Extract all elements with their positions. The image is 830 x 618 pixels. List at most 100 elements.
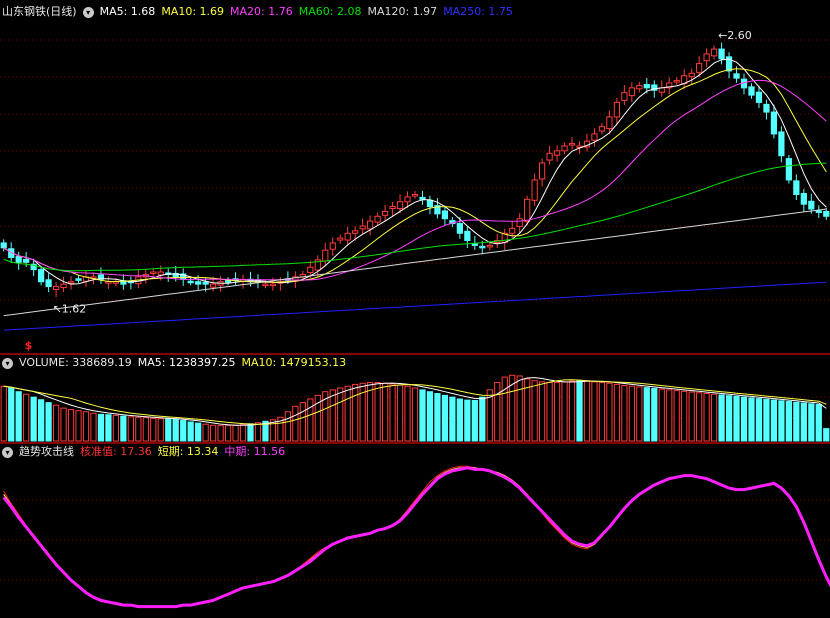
candle-body [696,63,703,73]
volume-bar [785,401,792,442]
volume-bar [651,387,658,442]
candle-body [209,283,217,288]
volume-bar [135,416,142,442]
volume-bar [441,394,449,442]
volume-bar [688,391,695,442]
volume-bar [187,421,194,442]
volume-bar [643,387,650,442]
candle-body [561,145,568,152]
candle-body [381,210,389,216]
candle-body [628,87,635,97]
candle-body [52,286,60,290]
candle-body [823,210,830,217]
volume-bar [180,420,187,442]
volume-bar [748,397,755,442]
candle-body [800,193,807,205]
volume-bar [38,399,45,442]
volume-bar [733,395,740,442]
volume-ma5-label: MA5: 1238397.25 [137,356,236,369]
volume-bar [561,381,568,442]
candle-body [195,281,202,285]
volume-bar [666,389,673,442]
volume-bar [82,411,90,442]
candle-body [509,227,516,234]
volume-bar [681,390,688,442]
candle-body [636,84,643,90]
indicator-title[interactable]: 趋势攻击线 [19,445,74,459]
candle-body [0,242,7,249]
ma10-line [3,68,827,283]
candle-body [531,179,538,201]
volume-bar [516,375,523,442]
candle-body [703,53,710,62]
volume-bar [112,414,120,442]
candle-body [591,133,598,141]
candle-body [778,131,785,157]
volume-bar [404,385,411,442]
stock-chart[interactable]: ←2.60 ↖1.62 $ [0,0,830,618]
candle-body [344,232,351,241]
volume-bar [598,382,606,442]
candle-body [38,269,45,283]
candle-body [202,281,209,285]
volume-bar [105,414,112,442]
candle-body [755,91,763,103]
volume-bar [411,387,419,442]
volume-bar [628,385,635,442]
signal-marker-icon: $ [25,339,33,352]
candle-body [307,266,314,274]
candle-body [613,101,621,118]
volume-bar [224,425,232,442]
candle-body [539,162,546,180]
volume-bar [710,393,718,442]
candle-body [486,244,493,248]
volume-chevron-icon[interactable]: ▾ [2,357,13,369]
volume-bar [329,389,336,442]
volume-bar [479,396,486,442]
indicator-chevron-icon[interactable]: ▾ [2,446,13,458]
volume-bar [352,383,359,442]
volume-bar [292,405,299,442]
candle-body [15,256,22,263]
ma250-line [3,281,827,331]
volume-bar [703,393,710,442]
volume-bar [209,424,217,442]
volume-bar [389,383,396,442]
volume-bar [501,376,508,442]
candle-body [60,283,67,289]
stock-title[interactable]: 山东钢铁(日线) [2,5,77,19]
volume-bar [606,382,613,442]
ma20-line [3,79,827,281]
candle-body [553,150,561,156]
indicator-short-label: 短期: 13.34 [157,445,219,458]
volume-bar [217,425,224,442]
volume-bar [419,389,426,442]
settings-chevron-icon[interactable]: ▾ [82,6,94,18]
candle-body [150,271,157,275]
volume-bar [90,412,97,442]
volume-bar [30,396,37,442]
candle-body [456,223,463,234]
ma10-label: MA10: 1.69 [161,5,225,18]
volume-bar [434,393,441,442]
volume-header: ▾ VOLUME: 338689.19 MA5: 1238397.25 MA10… [2,356,352,370]
candle-body [808,200,815,210]
volume-bar [539,381,546,442]
volume-bar [254,422,262,442]
volume-bar [284,411,292,442]
volume-bar [396,384,404,442]
volume-bar [23,393,30,442]
volume-bar [239,424,247,442]
candle-body [352,230,359,234]
volume-bar [808,403,815,442]
volume-bar [568,380,576,442]
volume-bar [426,391,434,442]
volume-bar [696,392,703,442]
candle-body [688,72,695,78]
candle-body [411,193,419,197]
volume-bar [770,399,778,442]
candle-body [269,283,277,287]
candle-body [815,210,822,213]
volume-bar [172,418,179,442]
volume-bar [471,399,478,442]
